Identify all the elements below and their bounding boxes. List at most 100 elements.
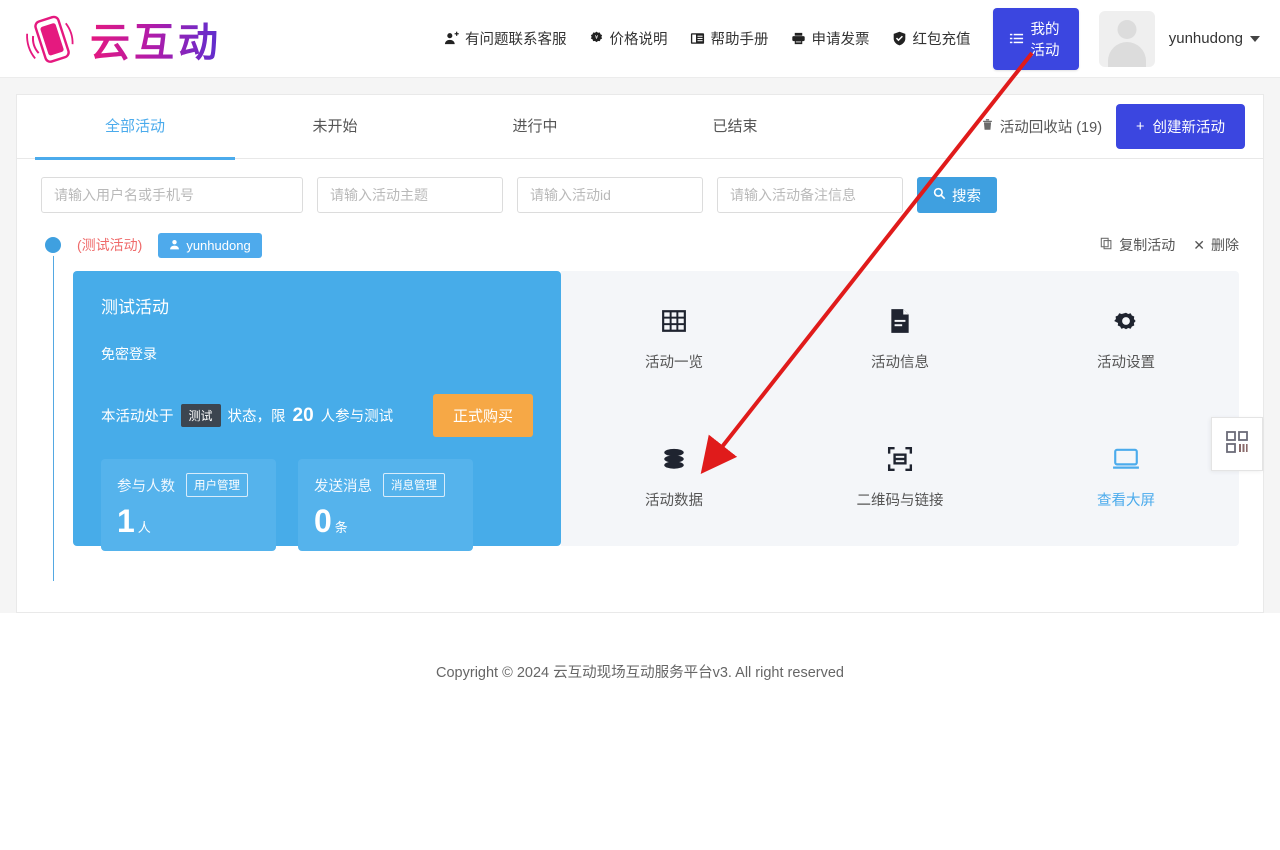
avatar[interactable] [1098,10,1155,67]
delete-activity-button[interactable]: ✕ 删除 [1193,235,1239,255]
tab-not-started[interactable]: 未开始 [235,95,435,159]
message-management-button[interactable]: 消息管理 [383,473,445,497]
tab-all-activities[interactable]: 全部活动 [35,95,235,160]
shield-check-icon [892,31,907,46]
status-prefix: 本活动处于 [101,409,174,425]
stat-unit: 人 [137,520,151,535]
page-header: 云互动 有问题联系客服 ¥ 价格说明 帮助手册 申请发票 红包充值 我的活动 y… [0,0,1280,78]
tool-view-bigscreen[interactable]: 查看大屏 [1097,445,1155,510]
user-area[interactable]: yunhudong [1098,10,1260,67]
buy-button[interactable]: 正式购买 [432,394,533,437]
status-limit: 20 [292,404,314,426]
qrcode-icon [1225,430,1249,459]
scan-icon [887,445,913,473]
status-suffix: 人参与测试 [320,409,394,425]
stat-header: 参与人数 用户管理 [117,473,260,497]
activity-stats: 参与人数 用户管理 1人 发送消息 消息管理 0 条 [101,459,533,551]
floating-qrcode-tab[interactable] [1211,417,1263,471]
database-icon [661,445,687,473]
stat-value: 1 [117,503,135,539]
copy-icon [1100,237,1113,253]
status-mid: 状态，限 [227,409,286,425]
tool-label: 查看大屏 [1097,492,1155,509]
brand-logo[interactable]: 云互动 [24,10,444,68]
delete-activity-label: 删除 [1211,237,1239,253]
close-icon: ✕ [1193,236,1205,253]
tool-label: 活动设置 [1097,355,1155,372]
create-activity-button[interactable]: + 创建新活动 [1116,104,1245,149]
search-button[interactable]: 搜索 [917,177,997,213]
footer: Copyright © 2024 云互动现场互动服务平台v3. All righ… [0,613,1280,682]
search-input-remark[interactable] [717,177,903,213]
list-icon [1009,31,1024,46]
activity-item: (测试活动) yunhudong 复制活动 ✕ 删除 测试活动 免密登录 本活动… [17,227,1263,581]
nav-item-contact-support[interactable]: 有问题联系客服 [444,28,567,49]
search-input-topic[interactable] [317,177,503,213]
username-label: yunhudong [1168,30,1243,47]
tool-activity-settings[interactable]: 活动设置 [1097,307,1155,372]
search-bar: 搜索 [17,159,1263,227]
trash-icon [981,118,994,135]
activity-header: (测试活动) yunhudong 复制活动 ✕ 删除 [41,227,1239,263]
book-icon [690,31,705,46]
tab-in-progress[interactable]: 进行中 [435,95,635,159]
activity-tools-panel: 活动一览 活动信息 活动设置 活动数据 二维码与链接 查看大屏 [561,271,1239,546]
copy-activity-label: 复制活动 [1119,237,1176,253]
activity-actions: 复制活动 ✕ 删除 [1100,235,1239,255]
search-button-label: 搜索 [952,188,981,205]
stat-messages: 发送消息 消息管理 0条 [298,459,473,551]
activity-summary-panel: 测试活动 免密登录 本活动处于 测试 状态，限 20 人参与测试 正式购买 参与… [73,271,561,551]
tool-label: 活动一览 [645,355,703,372]
tab-label: 全部活动 [104,117,165,135]
stat-value-wrap: 1人 [117,503,260,540]
user-menu[interactable]: yunhudong [1169,30,1260,47]
nav-label: 帮助手册 [710,32,769,48]
tab-bar: 全部活动 未开始 进行中 已结束 活动回收站 (19) + 创建新活动 [17,95,1263,160]
tool-qrcode-and-link[interactable]: 二维码与链接 [857,445,944,510]
chevron-down-icon [1250,35,1260,42]
copy-activity-button[interactable]: 复制活动 [1100,235,1175,255]
tool-label: 活动数据 [645,492,703,509]
stat-participants: 参与人数 用户管理 1人 [101,459,276,551]
phone-logo-icon [24,10,82,68]
price-tag-icon: ¥ [589,31,604,46]
nav-item-help-manual[interactable]: 帮助手册 [690,28,769,49]
document-icon [888,307,912,335]
user-icon [169,238,180,253]
nav-item-redpacket-recharge[interactable]: 红包充值 [892,28,971,49]
search-input-username[interactable] [41,177,303,213]
gear-icon [1113,307,1139,335]
tool-activity-info[interactable]: 活动信息 [871,307,929,372]
plus-icon: + [1136,118,1145,135]
monitor-icon [1112,445,1140,473]
user-management-button[interactable]: 用户管理 [186,473,248,497]
stat-value-wrap: 0条 [314,503,457,540]
status-chip: 测试 [180,404,221,427]
tab-label: 未开始 [312,117,358,135]
recycle-bin-link[interactable]: 活动回收站 (19) [981,116,1102,137]
stat-header: 发送消息 消息管理 [314,473,457,497]
stat-label: 参与人数 [117,478,175,495]
activity-subtitle: 免密登录 [101,346,157,362]
nav-item-pricing[interactable]: ¥ 价格说明 [589,28,668,49]
activity-status-text: 本活动处于 测试 状态，限 20 人参与测试 [101,404,393,427]
tab-label: 已结束 [712,117,758,135]
stat-value: 0 [314,503,332,539]
stat-label: 发送消息 [314,478,372,495]
create-activity-label: 创建新活动 [1152,120,1226,136]
tool-label: 二维码与链接 [856,492,944,509]
stat-unit: 条 [334,520,348,535]
activity-owner-label: yunhudong [186,237,251,253]
tool-activity-data[interactable]: 活动数据 [645,445,703,510]
brand-name: 云互动 [90,10,222,68]
my-activities-button[interactable]: 我的活动 [992,7,1079,70]
nav-item-invoice[interactable]: 申请发票 [791,28,870,49]
tab-label: 进行中 [512,117,558,135]
user-plus-icon [444,31,459,46]
tab-finished[interactable]: 已结束 [635,95,835,159]
timeline-line [53,253,54,581]
activity-title: 测试活动 [101,298,169,317]
timeline-dot [45,237,61,253]
tool-activity-overview[interactable]: 活动一览 [645,307,703,372]
search-input-activity-id[interactable] [517,177,703,213]
